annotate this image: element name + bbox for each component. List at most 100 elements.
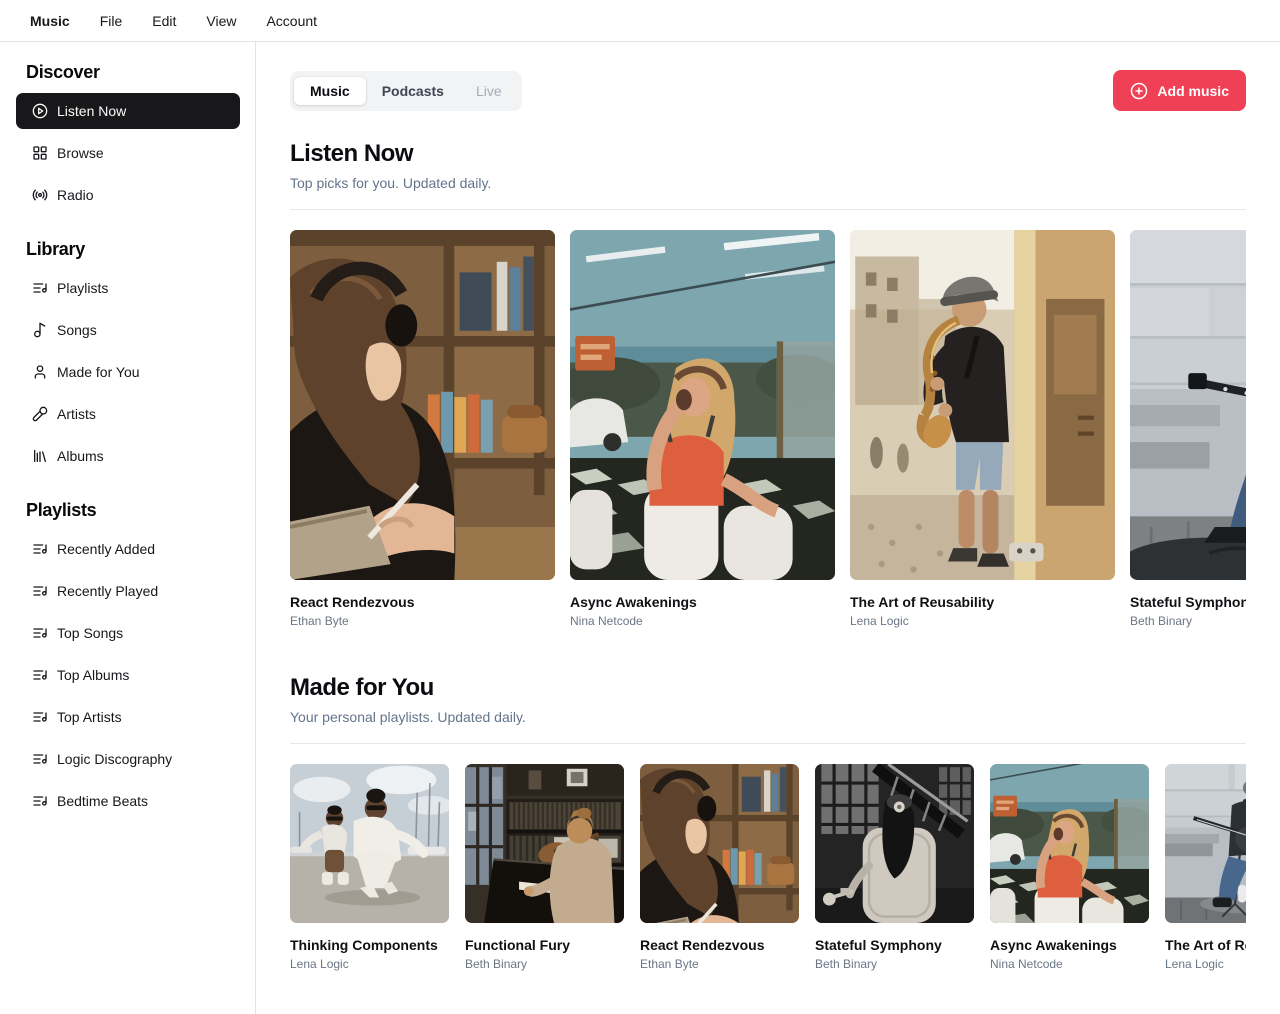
grid-icon: [32, 145, 48, 161]
sidebar-item-label: Songs: [57, 322, 97, 338]
sidebar-item-label: Bedtime Beats: [57, 793, 148, 809]
section-title: Listen Now: [290, 139, 1246, 169]
topbar: Music Podcasts Live Add music: [290, 70, 1246, 111]
play-circle-icon: [32, 103, 48, 119]
album-card-async-awakenings-2[interactable]: Async Awakenings Nina Netcode: [990, 764, 1149, 972]
album-card-stateful-symphony-2[interactable]: Stateful Symphony Beth Binary: [815, 764, 974, 972]
album-card-functional-fury[interactable]: Functional Fury Beth Binary: [465, 764, 624, 972]
album-artist: Beth Binary: [815, 957, 974, 972]
sidebar-item-top-artists[interactable]: Top Artists: [16, 699, 240, 735]
album-title: Thinking Components: [290, 936, 449, 954]
menu-music[interactable]: Music: [18, 8, 82, 34]
menu-account[interactable]: Account: [254, 8, 329, 34]
sidebar-item-radio[interactable]: Radio: [16, 177, 240, 213]
album-art: [465, 764, 624, 923]
album-artist: Lena Logic: [850, 614, 1115, 629]
album-art: [1130, 230, 1246, 580]
music-note-icon: [32, 322, 48, 338]
sidebar-item-recently-added[interactable]: Recently Added: [16, 531, 240, 567]
sidebar-item-label: Logic Discography: [57, 751, 172, 767]
menubar: Music File Edit View Account: [0, 0, 1280, 42]
sidebar-item-label: Recently Played: [57, 583, 158, 599]
tab-music[interactable]: Music: [294, 77, 366, 105]
sidebar-item-label: Made for You: [57, 364, 140, 380]
list-music-icon: [32, 541, 48, 557]
sidebar-item-playlists[interactable]: Playlists: [16, 270, 240, 306]
sidebar-item-label: Playlists: [57, 280, 108, 296]
made-for-you-row: Thinking Components Lena Logic Functiona…: [290, 764, 1246, 972]
album-artist: Nina Netcode: [570, 614, 835, 629]
tab-live[interactable]: Live: [460, 77, 518, 105]
album-artist: Ethan Byte: [290, 614, 555, 629]
sidebar-section-title: Discover: [26, 62, 239, 83]
sidebar-item-recently-played[interactable]: Recently Played: [16, 573, 240, 609]
sidebar: Discover Listen Now Browse Radio Library: [0, 42, 256, 1014]
sidebar-item-label: Top Artists: [57, 709, 122, 725]
separator: [290, 209, 1246, 210]
separator: [290, 743, 1246, 744]
sidebar-item-artists[interactable]: Artists: [16, 396, 240, 432]
sidebar-item-label: Recently Added: [57, 541, 155, 557]
mic-icon: [32, 406, 48, 422]
sidebar-section-library: Library Playlists Songs Made for You Art…: [16, 239, 239, 474]
sidebar-item-made-for-you[interactable]: Made for You: [16, 354, 240, 390]
sidebar-item-albums[interactable]: Albums: [16, 438, 240, 474]
app-body: Discover Listen Now Browse Radio Library: [0, 42, 1280, 1014]
media-type-tabs: Music Podcasts Live: [290, 71, 522, 111]
add-music-button[interactable]: Add music: [1113, 70, 1246, 111]
sidebar-item-browse[interactable]: Browse: [16, 135, 240, 171]
album-artist: Beth Binary: [465, 957, 624, 972]
album-card-stateful-symphony[interactable]: Stateful Symphony Beth Binary: [1130, 230, 1246, 629]
album-art: [290, 230, 555, 580]
album-art: [1165, 764, 1246, 923]
sidebar-item-label: Artists: [57, 406, 96, 422]
sidebar-item-top-songs[interactable]: Top Songs: [16, 615, 240, 651]
album-art: [570, 230, 835, 580]
album-art: [850, 230, 1115, 580]
sidebar-item-label: Top Songs: [57, 625, 123, 641]
sidebar-section-discover: Discover Listen Now Browse Radio: [16, 62, 239, 213]
sidebar-item-top-albums[interactable]: Top Albums: [16, 657, 240, 693]
album-title: The Art of Reusability: [850, 593, 1115, 611]
album-art: [640, 764, 799, 923]
sidebar-item-label: Listen Now: [57, 103, 126, 119]
album-title: Functional Fury: [465, 936, 624, 954]
sidebar-item-listen-now[interactable]: Listen Now: [16, 93, 240, 129]
album-card-async-awakenings[interactable]: Async Awakenings Nina Netcode: [570, 230, 835, 629]
album-title: The Art of Reusability: [1165, 936, 1246, 954]
album-card-react-rendezvous[interactable]: React Rendezvous Ethan Byte: [290, 230, 555, 629]
sidebar-item-songs[interactable]: Songs: [16, 312, 240, 348]
list-music-icon: [32, 709, 48, 725]
listen-now-row: React Rendezvous Ethan Byte Async Awaken…: [290, 230, 1246, 629]
list-music-icon: [32, 667, 48, 683]
sidebar-item-label: Top Albums: [57, 667, 129, 683]
album-title: Stateful Symphony: [815, 936, 974, 954]
list-music-icon: [32, 280, 48, 296]
music-app-window: Music File Edit View Account Discover Li…: [0, 0, 1280, 1014]
list-music-icon: [32, 793, 48, 809]
album-card-thinking-components[interactable]: Thinking Components Lena Logic: [290, 764, 449, 972]
menu-view[interactable]: View: [194, 8, 248, 34]
made-for-you-section-header: Made for You Your personal playlists. Up…: [290, 673, 1246, 727]
album-title: Stateful Symphony: [1130, 593, 1246, 611]
sidebar-item-label: Browse: [57, 145, 104, 161]
sidebar-item-label: Radio: [57, 187, 94, 203]
sidebar-section-title: Library: [26, 239, 239, 260]
radio-icon: [32, 187, 48, 203]
sidebar-section-title: Playlists: [26, 500, 239, 521]
sidebar-item-bedtime-beats[interactable]: Bedtime Beats: [16, 783, 240, 819]
sidebar-item-logic-discography[interactable]: Logic Discography: [16, 741, 240, 777]
list-music-icon: [32, 625, 48, 641]
album-card-art-of-reusability-2[interactable]: The Art of Reusability Lena Logic: [1165, 764, 1246, 972]
album-title: Async Awakenings: [570, 593, 835, 611]
album-title: React Rendezvous: [290, 593, 555, 611]
sidebar-section-playlists: Playlists Recently Added Recently Played…: [16, 500, 239, 819]
album-art: [815, 764, 974, 923]
menu-edit[interactable]: Edit: [140, 8, 188, 34]
album-card-react-rendezvous-2[interactable]: React Rendezvous Ethan Byte: [640, 764, 799, 972]
album-card-art-of-reusability[interactable]: The Art of Reusability Lena Logic: [850, 230, 1115, 629]
section-title: Made for You: [290, 673, 1246, 703]
section-subtitle: Your personal playlists. Updated daily.: [290, 707, 1246, 727]
menu-file[interactable]: File: [88, 8, 135, 34]
tab-podcasts[interactable]: Podcasts: [366, 77, 460, 105]
